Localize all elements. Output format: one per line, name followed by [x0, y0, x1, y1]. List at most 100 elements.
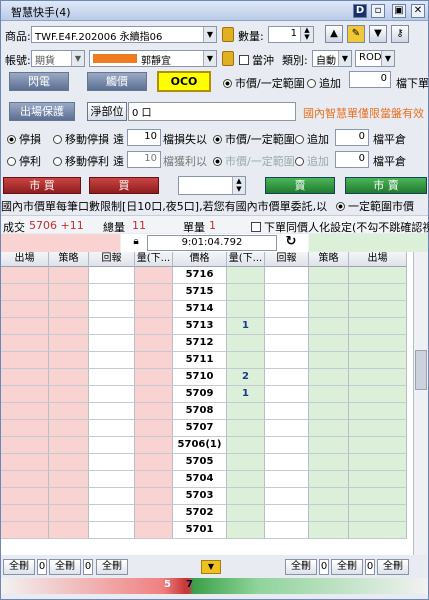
touch-price-button[interactable]: 觸價 — [87, 72, 147, 91]
ladder-cell-strategy-right[interactable] — [309, 522, 349, 539]
ladder-cell-report-right[interactable] — [265, 505, 309, 522]
ladder-cell-qty-right[interactable] — [227, 505, 265, 522]
vertical-scrollbar[interactable] — [413, 252, 428, 555]
ladder-cell-strategy-left[interactable] — [49, 488, 89, 505]
ladder-cell-exit-left[interactable] — [1, 318, 49, 335]
ladder-cell-report-left[interactable] — [89, 335, 135, 352]
ladder-cell-exit-right[interactable] — [349, 284, 407, 301]
ladder-cell-price[interactable]: 5708 — [173, 403, 227, 420]
ladder-cell-strategy-right[interactable] — [309, 267, 349, 284]
ladder-cell-price[interactable]: 5716 — [173, 267, 227, 284]
ladder-cell-qty-right[interactable] — [227, 522, 265, 539]
ladder-cell-strategy-left[interactable] — [49, 352, 89, 369]
ladder-cell-strategy-right[interactable] — [309, 505, 349, 522]
key-icon[interactable]: ⚷ — [391, 25, 409, 43]
col-header-exit-right[interactable]: 出場 — [349, 252, 407, 267]
ladder-cell-qty-right[interactable]: 1 — [227, 386, 265, 403]
ladder-cell-strategy-right[interactable] — [309, 437, 349, 454]
lock-icon[interactable] — [222, 27, 234, 42]
takeprofit-market-radio[interactable]: 市價/一定範圍 — [213, 153, 295, 169]
ladder-cell-exit-left[interactable] — [1, 403, 49, 420]
ladder-cell-exit-right[interactable] — [349, 437, 407, 454]
ladder-cell-strategy-right[interactable] — [309, 352, 349, 369]
ladder-cell-report-left[interactable] — [89, 454, 135, 471]
refresh-icon[interactable]: ↻ — [283, 235, 299, 251]
hedge-checkbox[interactable]: 當沖 — [239, 52, 274, 68]
ladder-cell-qty-left[interactable] — [135, 301, 173, 318]
col-header-report-left[interactable]: 回報 — [89, 252, 135, 267]
takeprofit-radio[interactable]: 停利 — [7, 153, 41, 169]
ladder-cell-price[interactable]: 5704 — [173, 471, 227, 488]
ladder-cell-qty-left[interactable] — [135, 420, 173, 437]
ladder-cell-report-right[interactable] — [265, 386, 309, 403]
ladder-cell-qty-left[interactable] — [135, 284, 173, 301]
price-stepper-icon[interactable]: ▲ ▼ — [232, 177, 245, 194]
ladder-cell-report-left[interactable] — [89, 369, 135, 386]
col-header-report-right[interactable]: 回報 — [265, 252, 309, 267]
ladder-cell-exit-right[interactable] — [349, 454, 407, 471]
ladder-cell-strategy-left[interactable] — [49, 471, 89, 488]
ladder-cell-exit-right[interactable] — [349, 420, 407, 437]
ladder-cell-exit-right[interactable] — [349, 403, 407, 420]
ladder-cell-strategy-left[interactable] — [49, 335, 89, 352]
ladder-cell-strategy-right[interactable] — [309, 335, 349, 352]
ladder-cell-qty-right[interactable] — [227, 420, 265, 437]
ladder-cell-exit-left[interactable] — [1, 522, 49, 539]
market-range-radio[interactable]: 市價/一定範圍 — [223, 75, 305, 91]
ladder-cell-exit-right[interactable] — [349, 301, 407, 318]
profit-ticks-input[interactable]: 10 — [127, 151, 161, 168]
delete-all-button[interactable]: 全刪 — [49, 559, 81, 575]
ladder-cell-exit-left[interactable] — [1, 420, 49, 437]
ladder-cell-report-right[interactable] — [265, 488, 309, 505]
price-input[interactable]: ▲ ▼ — [178, 176, 246, 195]
ladder-cell-qty-right[interactable] — [227, 403, 265, 420]
stoploss-chase-input[interactable]: 0 — [335, 129, 369, 146]
moving-takeprofit-radio[interactable]: 移動停利 — [53, 153, 109, 169]
ladder-cell-qty-right[interactable] — [227, 454, 265, 471]
lock-icon[interactable]: 🔒︎ — [129, 236, 143, 250]
ladder-cell-report-right[interactable] — [265, 318, 309, 335]
ladder-cell-exit-right[interactable] — [349, 267, 407, 284]
account-type-select[interactable]: 期貨 ▼ — [31, 50, 85, 67]
moving-stoploss-radio[interactable]: 移動停損 — [53, 131, 109, 147]
ladder-cell-price[interactable]: 5709 — [173, 386, 227, 403]
order-type-select[interactable]: ROD ▼ — [355, 50, 395, 67]
ladder-cell-report-left[interactable] — [89, 284, 135, 301]
ladder-cell-qty-right[interactable] — [227, 488, 265, 505]
ladder-cell-exit-right[interactable] — [349, 352, 407, 369]
ladder-cell-qty-left[interactable] — [135, 403, 173, 420]
chase-ticks-input[interactable]: 0 — [349, 71, 391, 88]
flash-button[interactable]: 閃電 — [9, 72, 69, 91]
loss-ticks-input[interactable]: 10 — [127, 129, 161, 146]
ladder-cell-qty-left[interactable] — [135, 352, 173, 369]
ladder-cell-qty-right[interactable] — [227, 437, 265, 454]
ladder-cell-exit-left[interactable] — [1, 301, 49, 318]
ladder-cell-exit-left[interactable] — [1, 369, 49, 386]
ladder-cell-strategy-left[interactable] — [49, 437, 89, 454]
stoploss-market-radio[interactable]: 市價/一定範圍 — [213, 131, 295, 147]
col-header-price[interactable]: 價格 — [173, 252, 227, 267]
ladder-cell-qty-left[interactable] — [135, 267, 173, 284]
ladder-cell-report-right[interactable] — [265, 352, 309, 369]
ladder-cell-strategy-right[interactable] — [309, 454, 349, 471]
ladder-cell-qty-left[interactable] — [135, 335, 173, 352]
ladder-cell-report-left[interactable] — [89, 386, 135, 403]
ladder-cell-report-left[interactable] — [89, 352, 135, 369]
ladder-cell-report-left[interactable] — [89, 505, 135, 522]
col-header-exit-left[interactable]: 出場 — [1, 252, 49, 267]
down-arrow-icon[interactable]: ▼ — [369, 25, 387, 43]
market-buy-button[interactable]: 市 買 — [3, 177, 81, 194]
ladder-cell-strategy-right[interactable] — [309, 403, 349, 420]
ladder-cell-strategy-left[interactable] — [49, 403, 89, 420]
ladder-cell-qty-left[interactable] — [135, 488, 173, 505]
ladder-cell-exit-left[interactable] — [1, 471, 49, 488]
takeprofit-chase-input[interactable]: 0 — [335, 151, 369, 168]
ladder-cell-report-left[interactable] — [89, 267, 135, 284]
ladder-cell-qty-right[interactable]: 1 — [227, 318, 265, 335]
col-header-qty-left[interactable]: 量(下... — [135, 252, 173, 267]
ladder-cell-price[interactable]: 5713 — [173, 318, 227, 335]
ladder-cell-qty-left[interactable] — [135, 437, 173, 454]
ladder-cell-strategy-left[interactable] — [49, 420, 89, 437]
ladder-cell-report-right[interactable] — [265, 369, 309, 386]
ladder-cell-exit-right[interactable] — [349, 386, 407, 403]
